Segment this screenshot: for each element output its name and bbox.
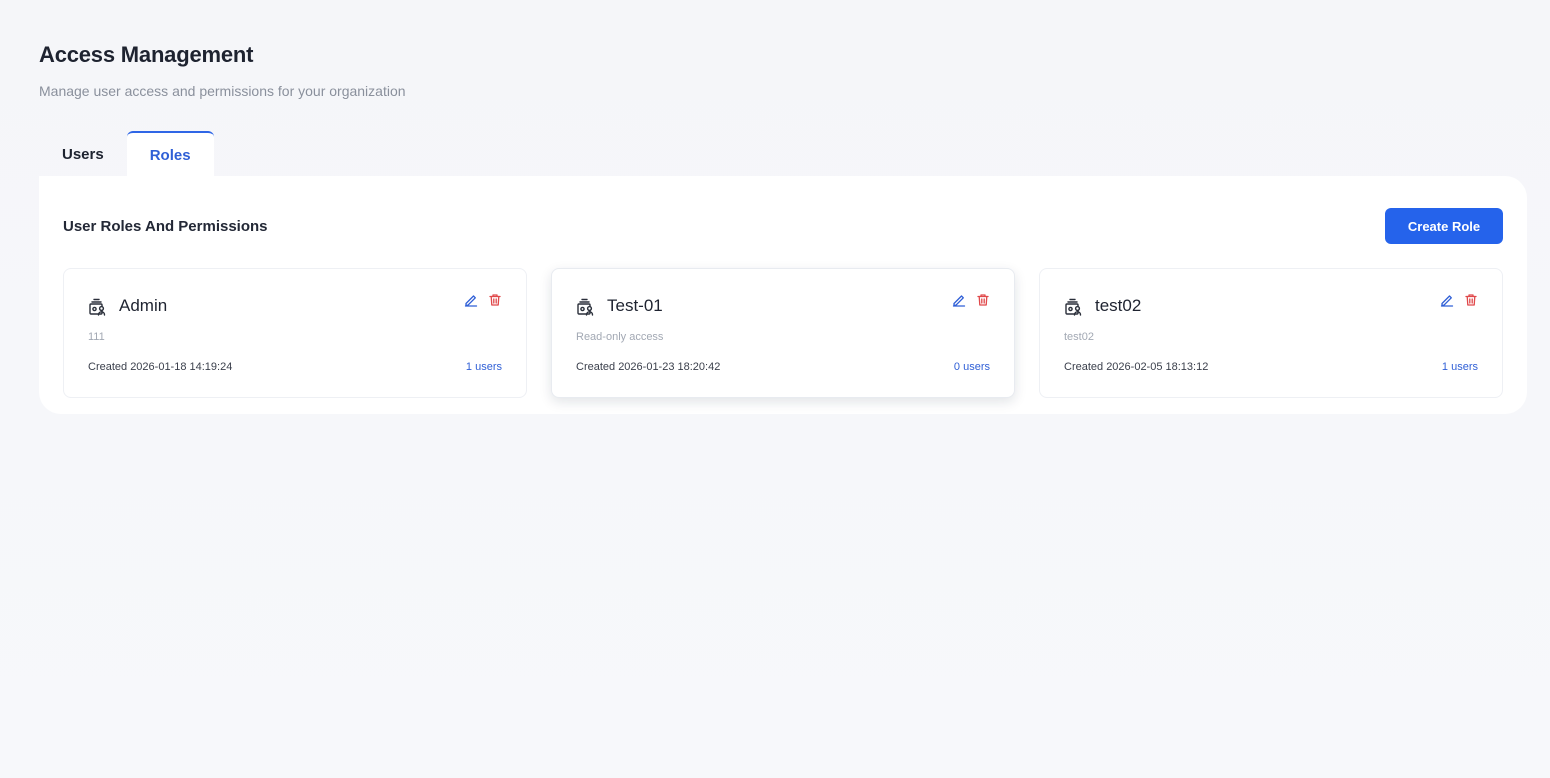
page-subtitle: Manage user access and permissions for y… [39, 83, 406, 99]
tab-bar: Users Roles [39, 131, 214, 177]
user-role-icon [577, 298, 594, 316]
tab-roles[interactable]: Roles [126, 131, 214, 177]
tab-users[interactable]: Users [39, 131, 127, 177]
roles-panel: User Roles And Permissions Create Role A… [39, 176, 1527, 414]
role-created-date: Created 2026-01-23 18:20:42 [576, 361, 721, 373]
role-name: test02 [1095, 296, 1142, 315]
role-actions [464, 293, 502, 307]
role-description: test02 [1064, 331, 1094, 343]
role-name: Test-01 [607, 296, 663, 315]
role-card-list: Admin 111 Created 2026-01-18 14:19:24 1 … [63, 268, 1503, 398]
role-description: 111 [88, 331, 105, 343]
page-title: Access Management [39, 42, 254, 67]
page: Access Management Manage user access and… [0, 0, 1550, 778]
user-role-icon [89, 298, 106, 316]
role-created-date: Created 2026-02-05 18:13:12 [1064, 361, 1209, 373]
role-user-count-link[interactable]: 1 users [466, 361, 502, 373]
role-card: Test-01 Read-only access Created 2026-01… [551, 268, 1015, 398]
role-user-count-link[interactable]: 0 users [954, 361, 990, 373]
role-created-date: Created 2026-01-18 14:19:24 [88, 361, 233, 373]
trash-icon[interactable] [976, 293, 990, 307]
role-card: Admin 111 Created 2026-01-18 14:19:24 1 … [63, 268, 527, 398]
section-title: User Roles And Permissions [63, 218, 268, 235]
role-description: Read-only access [576, 331, 664, 343]
role-card: test02 test02 Created 2026-02-05 18:13:1… [1039, 268, 1503, 398]
trash-icon[interactable] [1464, 293, 1478, 307]
role-user-count-link[interactable]: 1 users [1442, 361, 1478, 373]
pencil-icon[interactable] [952, 293, 966, 307]
pencil-icon[interactable] [464, 293, 478, 307]
role-name: Admin [119, 296, 168, 315]
trash-icon[interactable] [488, 293, 502, 307]
user-role-icon [1065, 298, 1082, 316]
create-role-button[interactable]: Create Role [1385, 208, 1503, 244]
role-actions [952, 293, 990, 307]
pencil-icon[interactable] [1440, 293, 1454, 307]
role-actions [1440, 293, 1478, 307]
